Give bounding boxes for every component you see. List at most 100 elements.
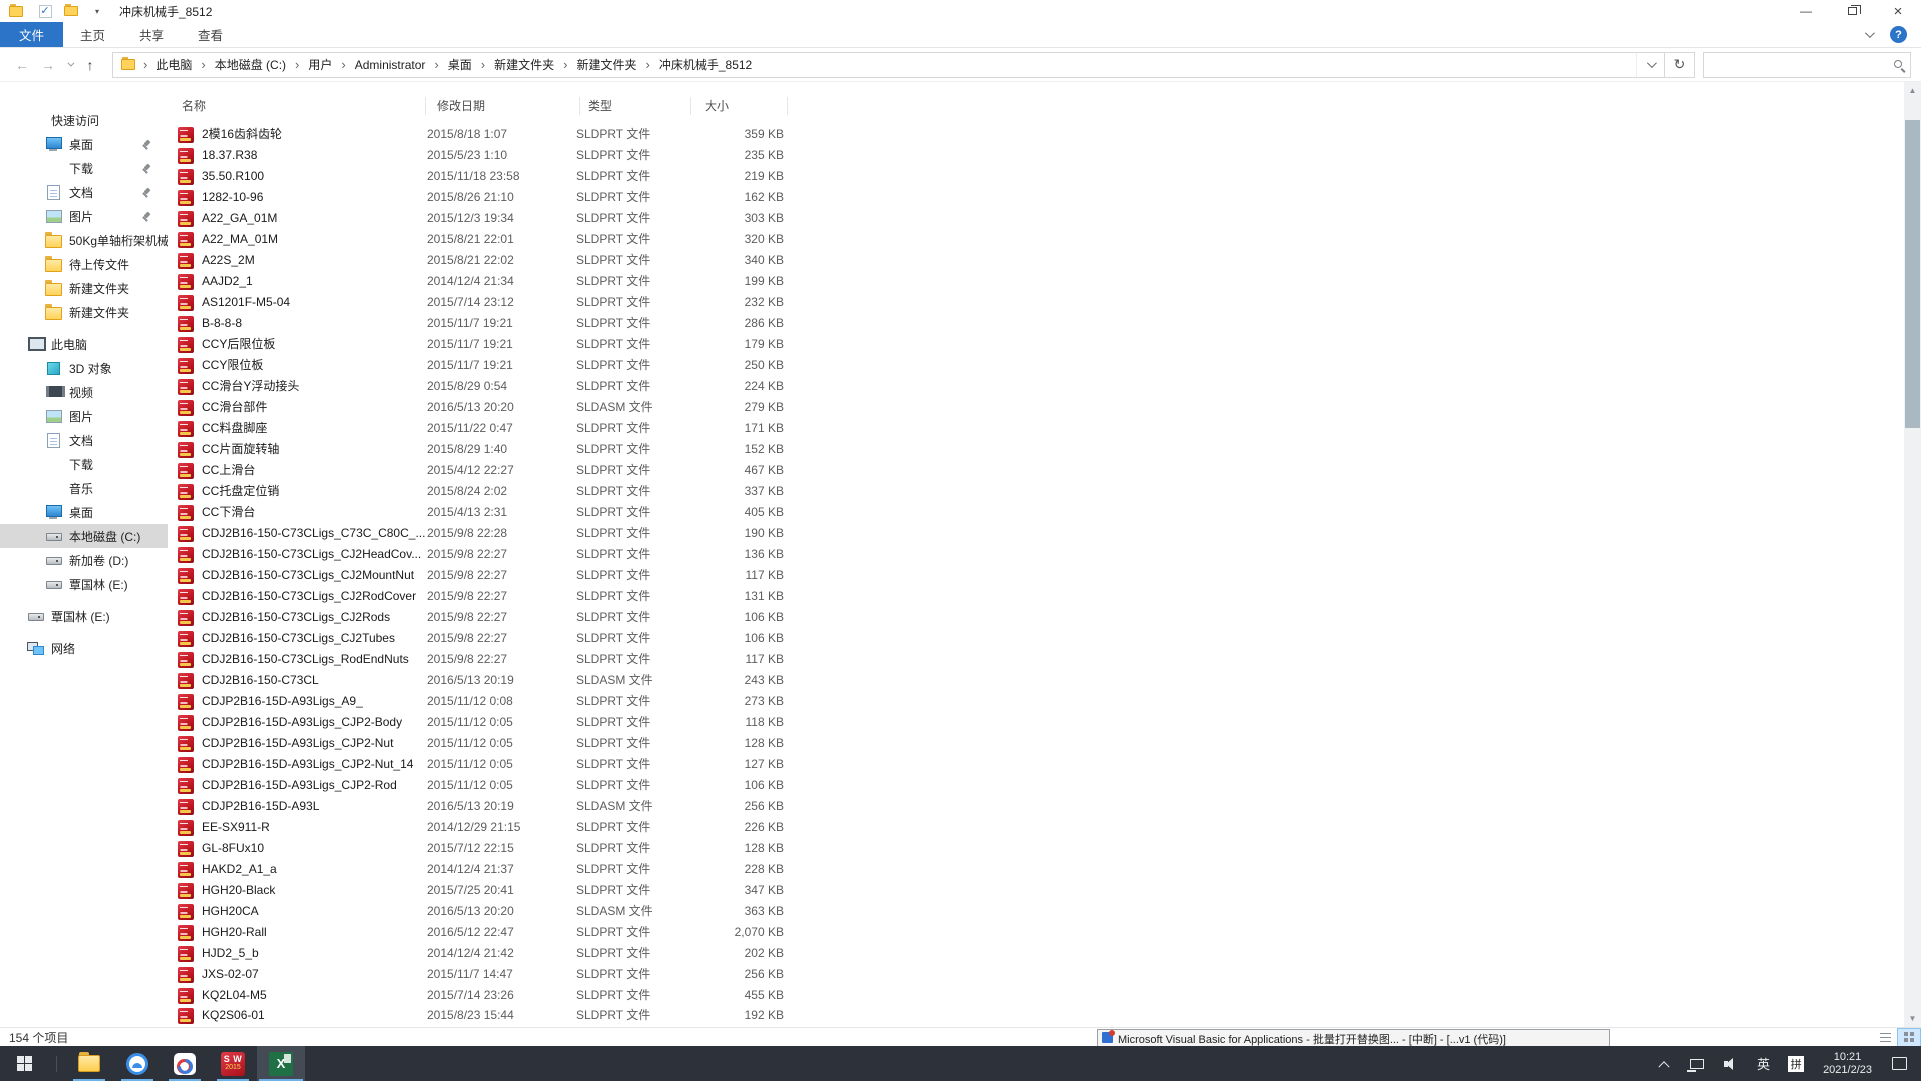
sidebar-item[interactable]: 文档 [0,180,168,204]
file-row[interactable]: A22_MA_01M 2015/8/21 22:01 SLDPRT 文件 320… [168,229,1904,250]
sidebar-item[interactable]: 图片 [0,204,168,228]
action-center-icon[interactable] [1892,1057,1907,1070]
start-button[interactable] [0,1046,48,1081]
column-header-size[interactable]: 大小 [691,97,788,115]
file-row[interactable]: 35.50.R100 2015/11/18 23:58 SLDPRT 文件 21… [168,166,1904,187]
file-row[interactable]: CC滑台Y浮动接头 2015/8/29 0:54 SLDPRT 文件 224 K… [168,376,1904,397]
sidebar-item[interactable]: 本地磁盘 (C:) [0,524,168,548]
search-box[interactable] [1703,52,1911,78]
sidebar-item[interactable]: 下载 [0,156,168,180]
file-row[interactable]: 18.37.R38 2015/5/23 1:10 SLDPRT 文件 235 K… [168,145,1904,166]
file-row[interactable]: CDJ2B16-150-C73CLigs_CJ2MountNut 2015/9/… [168,565,1904,586]
sidebar-item[interactable]: 50Kg单轴桁架机械 [0,228,168,252]
sidebar-item[interactable]: 新加卷 (D:) [0,548,168,572]
expand-ribbon-icon[interactable] [1865,28,1875,38]
file-row[interactable]: CC托盘定位销 2015/8/24 2:02 SLDPRT 文件 337 KB [168,481,1904,502]
file-row[interactable]: HGH20CA 2016/5/13 20:20 SLDASM 文件 363 KB [168,901,1904,922]
sidebar-item[interactable]: 文档 [0,428,168,452]
file-row[interactable]: AS1201F-M5-04 2015/7/14 23:12 SLDPRT 文件 … [168,292,1904,313]
sidebar-item[interactable]: 桌面 [0,132,168,156]
file-row[interactable]: CDJP2B16-15D-A93Ligs_CJP2-Nut_14 2015/11… [168,754,1904,775]
restore-button[interactable] [1829,0,1875,22]
file-row[interactable]: GL-8FUx10 2015/7/12 22:15 SLDPRT 文件 128 … [168,838,1904,859]
breadcrumb-item[interactable]: 冲床机械手_8512 [652,56,759,73]
sidebar-item[interactable]: 快速访问 [0,108,168,132]
sidebar-item[interactable]: 新建文件夹 [0,300,168,324]
file-row[interactable]: CDJP2B16-15D-A93Ligs_A9_ 2015/11/12 0:08… [168,691,1904,712]
sidebar-item[interactable]: 视频 [0,380,168,404]
file-row[interactable]: HGH20-Black 2015/7/25 20:41 SLDPRT 文件 34… [168,880,1904,901]
details-view-button[interactable] [1873,1028,1897,1047]
tab-share[interactable]: 共享 [122,22,181,47]
sidebar-item[interactable]: 图片 [0,404,168,428]
breadcrumb-item[interactable]: 用户 [301,56,339,73]
scrollbar-thumb[interactable] [1905,120,1920,428]
column-header-date[interactable]: 修改日期 [426,97,580,115]
taskbar-browser[interactable] [113,1046,161,1081]
column-header-name[interactable]: 名称 [168,97,426,115]
file-row[interactable]: CDJ2B16-150-C73CLigs_RodEndNuts 2015/9/8… [168,649,1904,670]
hidden-icons-chevron-icon[interactable] [1658,1061,1669,1072]
file-row[interactable]: CDJP2B16-15D-A93L 2016/5/13 20:19 SLDASM… [168,796,1904,817]
customize-qat-button[interactable]: ▾ [89,3,105,19]
file-row[interactable]: CDJ2B16-150-C73CLigs_C73C_C80C_... 2015/… [168,523,1904,544]
file-row[interactable]: JXS-02-07 2015/11/7 14:47 SLDPRT 文件 256 … [168,964,1904,985]
file-row[interactable]: 1282-10-96 2015/8/26 21:10 SLDPRT 文件 162… [168,187,1904,208]
refresh-button[interactable]: ↻ [1665,52,1695,78]
file-row[interactable]: CC片面旋转轴 2015/8/29 1:40 SLDPRT 文件 152 KB [168,439,1904,460]
file-row[interactable]: CDJ2B16-150-C73CLigs_CJ2Tubes 2015/9/8 2… [168,628,1904,649]
sidebar-item[interactable]: 覃国林 (E:) [0,572,168,596]
tab-view[interactable]: 查看 [181,22,240,47]
file-row[interactable]: 2模16齿斜齿轮 2015/8/18 1:07 SLDPRT 文件 359 KB [168,124,1904,145]
vertical-scrollbar[interactable]: ▲ ▼ [1904,82,1921,1027]
breadcrumb-item[interactable]: 本地磁盘 (C:) [208,56,293,73]
sidebar-item[interactable]: 音乐 [0,476,168,500]
file-row[interactable]: EE-SX911-R 2014/12/29 21:15 SLDPRT 文件 22… [168,817,1904,838]
file-row[interactable]: CDJ2B16-150-C73CLigs_CJ2RodCover 2015/9/… [168,586,1904,607]
sidebar-item[interactable]: 覃国林 (E:) [0,604,168,628]
forward-button[interactable]: → [36,53,60,77]
vba-window-titlebar[interactable]: Microsoft Visual Basic for Applications … [1097,1029,1610,1046]
file-row[interactable]: CC滑台部件 2016/5/13 20:20 SLDASM 文件 279 KB [168,397,1904,418]
file-row[interactable]: CDJP2B16-15D-A93Ligs_CJP2-Nut 2015/11/12… [168,733,1904,754]
file-row[interactable]: HJD2_5_b 2014/12/4 21:42 SLDPRT 文件 202 K… [168,943,1904,964]
back-button[interactable]: ← [10,53,34,77]
ime-language-indicator[interactable]: 英 [1757,1054,1770,1073]
breadcrumb-item[interactable]: 此电脑 [149,56,199,73]
file-row[interactable]: A22_GA_01M 2015/12/3 19:34 SLDPRT 文件 303… [168,208,1904,229]
volume-tray-icon[interactable] [1724,1058,1738,1070]
file-row[interactable]: AAJD2_1 2014/12/4 21:34 SLDPRT 文件 199 KB [168,271,1904,292]
close-button[interactable]: × [1875,0,1921,22]
file-row[interactable]: CDJP2B16-15D-A93Ligs_CJP2-Body 2015/11/1… [168,712,1904,733]
taskbar-solidworks[interactable]: S W 2015 [209,1046,257,1081]
file-row[interactable]: CC下滑台 2015/4/13 2:31 SLDPRT 文件 405 KB [168,502,1904,523]
up-button[interactable]: ↑ [78,53,102,77]
new-folder-button[interactable] [63,3,79,19]
file-row[interactable]: HGH20-Rall 2016/5/12 22:47 SLDPRT 文件 2,0… [168,922,1904,943]
breadcrumb-item[interactable]: 新建文件夹 [487,56,561,73]
file-row[interactable]: CDJP2B16-15D-A93Ligs_CJP2-Rod 2015/11/12… [168,775,1904,796]
taskbar-file-explorer[interactable] [65,1046,113,1081]
file-row[interactable]: CDJ2B16-150-C73CLigs_CJ2Rods 2015/9/8 22… [168,607,1904,628]
sidebar-item[interactable]: 桌面 [0,500,168,524]
breadcrumb-item[interactable]: 桌面 [441,56,479,73]
sidebar-item[interactable]: 网络 [0,636,168,660]
sidebar-item[interactable]: 此电脑 [0,332,168,356]
taskbar-excel[interactable]: X [257,1046,305,1081]
file-row[interactable]: CCY后限位板 2015/11/7 19:21 SLDPRT 文件 179 KB [168,334,1904,355]
search-input[interactable] [1710,54,1880,76]
scroll-up-icon[interactable]: ▲ [1904,82,1921,99]
address-bar[interactable]: › 此电脑 › 本地磁盘 (C:) › 用户 › [112,52,1665,78]
tab-file[interactable]: 文件 [0,22,63,47]
column-header-type[interactable]: 类型 [580,97,691,115]
scroll-down-icon[interactable]: ▼ [1904,1010,1921,1027]
recent-locations-button[interactable] [62,53,76,77]
file-row[interactable]: A22S_2M 2015/8/21 22:02 SLDPRT 文件 340 KB [168,250,1904,271]
clock[interactable]: 10:21 2021/2/23 [1823,1051,1872,1077]
sidebar-item[interactable]: 待上传文件 [0,252,168,276]
file-row[interactable]: HAKD2_A1_a 2014/12/4 21:37 SLDPRT 文件 228… [168,859,1904,880]
sidebar-item[interactable]: 3D 对象 [0,356,168,380]
tab-home[interactable]: 主页 [63,22,122,47]
properties-button[interactable]: ✓ [37,3,53,19]
network-tray-icon[interactable] [1690,1059,1704,1069]
